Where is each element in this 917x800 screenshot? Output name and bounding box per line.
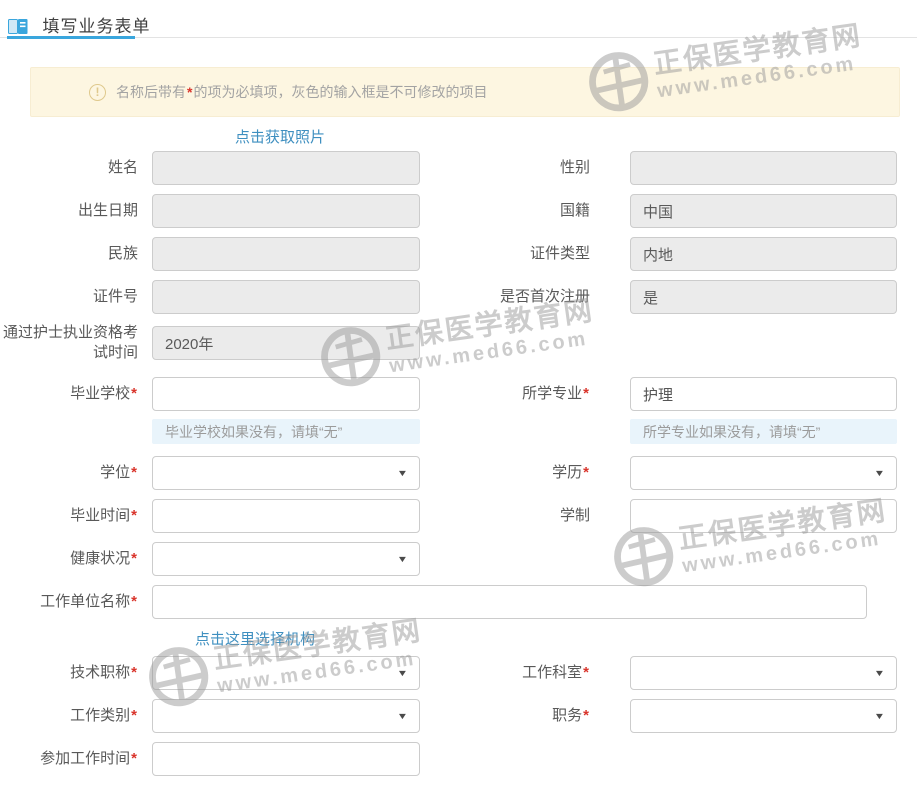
notice-text: 名称后带有*的项为必填项，灰色的输入框是不可修改的项目 [116,82,487,102]
row-idnumber-firstreg: 证件号 是否首次注册 [0,280,917,314]
employer-label: 工作单位名称* [0,592,138,612]
birth-date-label: 出生日期 [0,201,138,221]
employer-input[interactable] [152,585,867,619]
row-school-major: 毕业学校* 所学专业* [0,377,917,411]
title-underline [7,36,135,39]
work-category-select[interactable]: ▼ [152,699,420,733]
chevron-down-icon: ▼ [397,554,409,564]
gender-label: 性别 [458,158,590,178]
page-header: 填写业务表单 [0,0,917,38]
nationality-label: 国籍 [458,201,590,221]
row-birth-nationality: 出生日期 国籍 [0,194,917,228]
graduation-time-input[interactable] [152,499,420,533]
nationality-input [630,194,897,228]
exam-time-input [152,326,420,360]
required-asterisk: * [582,385,590,402]
id-type-input [630,237,897,271]
row-exam-time: 通过护士执业资格考试时间 [0,323,917,363]
work-start-label: 参加工作时间* [0,749,138,769]
required-asterisk: * [130,550,138,567]
work-start-input[interactable] [152,742,420,776]
tech-title-label: 技术职称* [0,663,138,683]
duty-label: 职务* [458,706,590,726]
required-asterisk: * [582,664,590,681]
tech-title-select[interactable]: ▼ [152,656,420,690]
chevron-down-icon: ▼ [397,711,409,721]
ethnicity-input [152,237,420,271]
chevron-down-icon: ▼ [397,668,409,678]
required-asterisk: * [130,707,138,724]
school-hint: 毕业学校如果没有，请填“无” [152,419,420,444]
degree-label: 学位* [0,463,138,483]
id-number-input [152,280,420,314]
major-hint: 所学专业如果没有，请填“无” [630,419,897,444]
row-hints: 毕业学校如果没有，请填“无” 所学专业如果没有，请填“无” [0,419,917,444]
required-asterisk: * [130,593,138,610]
required-asterisk: * [130,464,138,481]
birth-date-input [152,194,420,228]
major-label: 所学专业* [458,384,590,404]
id-number-label: 证件号 [0,287,138,307]
health-select[interactable]: ▼ [152,542,420,576]
first-registration-label: 是否首次注册 [458,287,590,307]
name-label: 姓名 [0,158,138,178]
gender-input [630,151,897,185]
required-asterisk: * [130,507,138,524]
department-select[interactable]: ▼ [630,656,897,690]
chevron-down-icon: ▼ [874,668,886,678]
school-input[interactable] [152,377,420,411]
ethnicity-label: 民族 [0,244,138,264]
page-title: 填写业务表单 [42,17,150,36]
row-techtitle-department: 技术职称* ▼ 工作科室* ▼ [0,656,917,690]
schooling-length-input[interactable] [630,499,897,533]
row-degree-education: 学位* ▼ 学历* ▼ [0,456,917,490]
exam-time-label: 通过护士执业资格考试时间 [0,323,138,363]
major-input[interactable] [630,377,897,411]
required-asterisk: * [130,664,138,681]
work-category-label: 工作类别* [0,706,138,726]
required-asterisk: * [582,464,590,481]
id-type-label: 证件类型 [458,244,590,264]
row-name-gender: 姓名 性别 [0,151,917,185]
business-form: 点击获取照片 姓名 性别 出生日期 国籍 民族 证件类型 [0,126,917,785]
degree-select[interactable]: ▼ [152,456,420,490]
row-health: 健康状况* ▼ [0,542,917,576]
chevron-down-icon: ▼ [874,468,886,478]
required-asterisk: * [130,385,138,402]
row-gradtime-length: 毕业时间* 学制 [0,499,917,533]
health-label: 健康状况* [0,549,138,569]
info-circle-icon: ! [89,84,106,101]
department-label: 工作科室* [458,663,590,683]
get-photo-link[interactable]: 点击获取照片 [235,129,325,146]
graduation-time-label: 毕业时间* [0,506,138,526]
row-ethnicity-idtype: 民族 证件类型 [0,237,917,271]
row-work-start: 参加工作时间* [0,742,917,776]
notice-bar: ! 名称后带有*的项为必填项，灰色的输入框是不可修改的项目 [30,67,900,117]
required-asterisk: * [130,750,138,767]
education-select[interactable]: ▼ [630,456,897,490]
chevron-down-icon: ▼ [874,711,886,721]
schooling-length-label: 学制 [458,506,590,526]
choose-org-link[interactable]: 点击这里选择机构 [195,631,315,648]
school-label: 毕业学校* [0,384,138,404]
required-asterisk: * [582,707,590,724]
row-category-duty: 工作类别* ▼ 职务* ▼ [0,699,917,733]
chevron-down-icon: ▼ [397,468,409,478]
name-input [152,151,420,185]
duty-select[interactable]: ▼ [630,699,897,733]
row-employer: 工作单位名称* [0,585,917,619]
education-label: 学历* [458,463,590,483]
first-registration-input [630,280,897,314]
